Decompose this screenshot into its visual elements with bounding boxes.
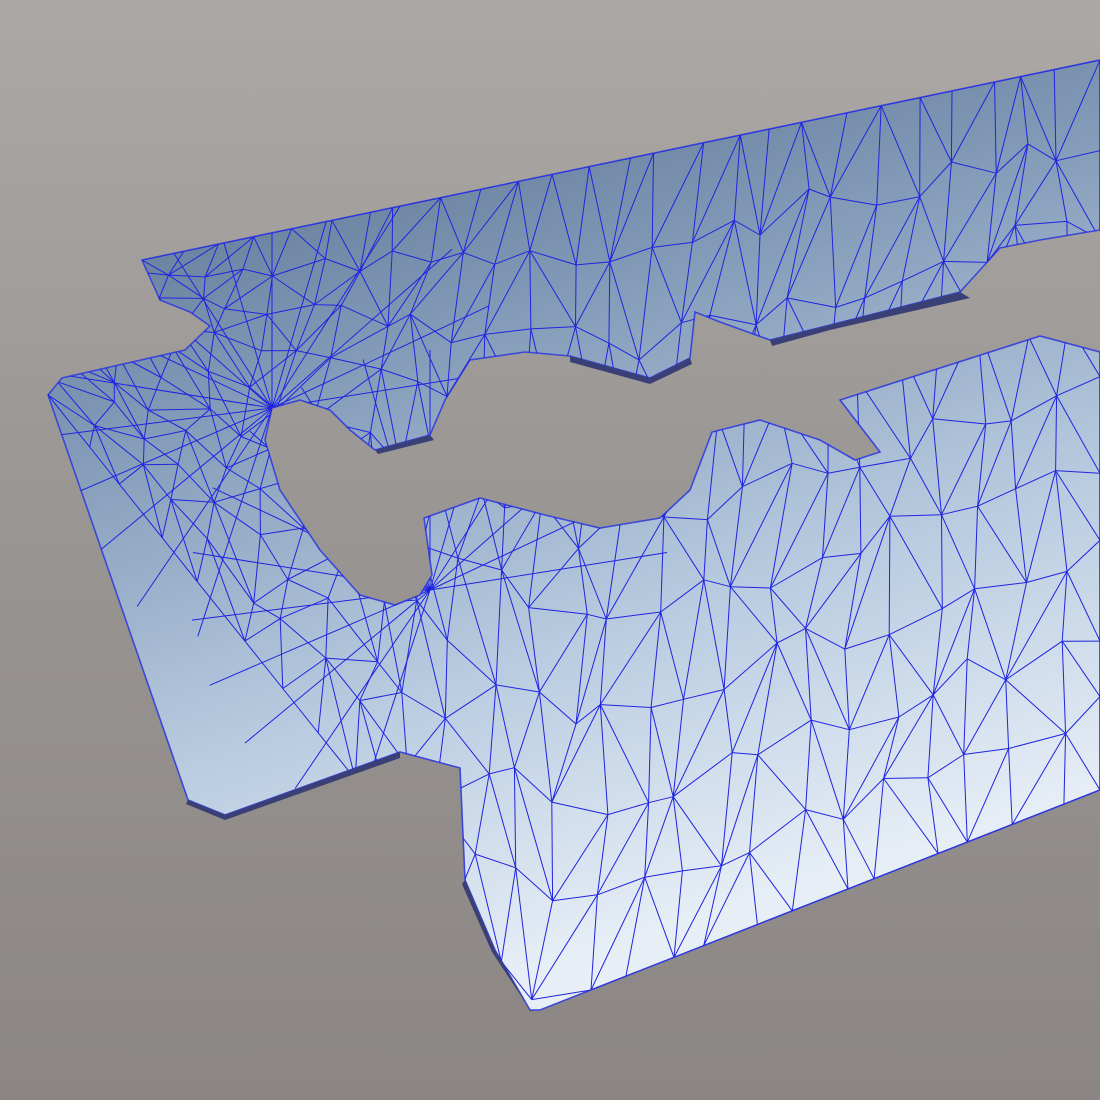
mesh-edge [395,765,408,830]
mesh-edge [898,330,940,345]
mesh-edge [594,423,625,432]
mesh-edge [482,415,525,422]
mesh-edge [360,502,379,524]
mesh-edge [359,502,385,602]
mesh-edge [307,474,347,550]
mesh-edge [395,829,425,866]
mesh-edge [307,432,371,475]
mesh-edge [307,418,315,475]
mesh-edge [1068,309,1100,325]
mesh-edge [622,505,665,518]
mesh-edge [883,777,928,779]
mesh-edge [481,420,506,508]
mesh-edge [744,324,757,410]
mesh-edge [504,415,526,508]
mesh-edge [111,292,120,304]
mesh-edge [504,500,542,509]
mesh-edge [888,516,891,635]
mesh-edge [270,409,277,449]
mesh-edge [143,297,160,314]
mesh-edge [524,413,552,416]
mesh-edge [446,396,483,491]
mesh-edge [423,864,456,905]
mesh-edge [1067,239,1100,324]
mesh-edge [1028,323,1069,338]
mesh-edge [78,336,90,351]
mesh-edge [434,800,456,904]
mesh-edge [406,765,436,802]
mesh-edge [88,317,103,337]
mesh-edge [101,317,119,355]
mesh-edge [1066,221,1069,324]
mesh-edge [302,474,309,529]
mesh-edge [717,408,745,418]
mesh-edge [172,329,181,349]
mesh-edge [400,466,423,546]
mesh-edge [423,800,436,865]
mesh-edge [624,421,671,432]
mesh-edge [119,292,160,299]
mesh-edge [624,431,665,518]
mesh-edge [354,778,397,831]
mesh-edge [551,413,595,425]
mesh-edge [377,523,385,602]
mesh-edge [143,312,174,349]
mesh-edge [143,463,179,466]
mesh-edge [622,431,626,507]
mesh-edge [69,349,80,365]
blade-mesh-render [47,59,1100,1014]
mesh-edge [118,271,135,294]
mesh-edge [976,320,1029,338]
mesh-edge [709,315,719,418]
mesh-edge [140,313,144,341]
mesh-edge [276,409,314,420]
mesh-edge [101,303,113,319]
mesh-edge [481,420,483,491]
mesh-edge [778,381,829,401]
mesh-edge [159,297,204,299]
mesh-edge [377,522,418,601]
mesh-edge [446,395,483,422]
mesh-edge [101,317,141,341]
mesh-edge [663,422,671,518]
mesh-edge [117,340,141,355]
3d-viewport[interactable] [0,0,1100,1100]
mesh-edge [111,303,144,314]
mesh-edge [133,259,143,272]
mesh-edge [669,416,718,423]
mesh-edge [939,320,978,332]
mesh-edge [118,292,144,314]
mesh-edge [717,324,757,418]
mesh-edge [307,474,361,503]
mesh-edge [744,399,779,410]
mesh-edge [270,418,315,450]
mesh-edge [828,377,858,383]
mesh-edge [143,312,181,330]
mesh-edge [541,414,552,502]
mesh-edge [400,466,438,480]
mesh-edge [593,424,624,507]
mesh-edge [101,312,144,319]
mesh-edge [378,522,423,547]
mesh-edge [437,478,482,492]
mesh-edge [88,336,118,355]
mesh-edge [140,340,174,349]
mesh-edge [406,765,425,865]
mesh-edge [856,344,900,379]
mesh-edge [524,415,543,502]
mesh-edge [345,502,361,550]
mesh-edge [950,90,953,163]
mesh-edge [575,264,577,327]
mesh-edge [270,448,309,475]
mesh-edge [377,466,401,524]
